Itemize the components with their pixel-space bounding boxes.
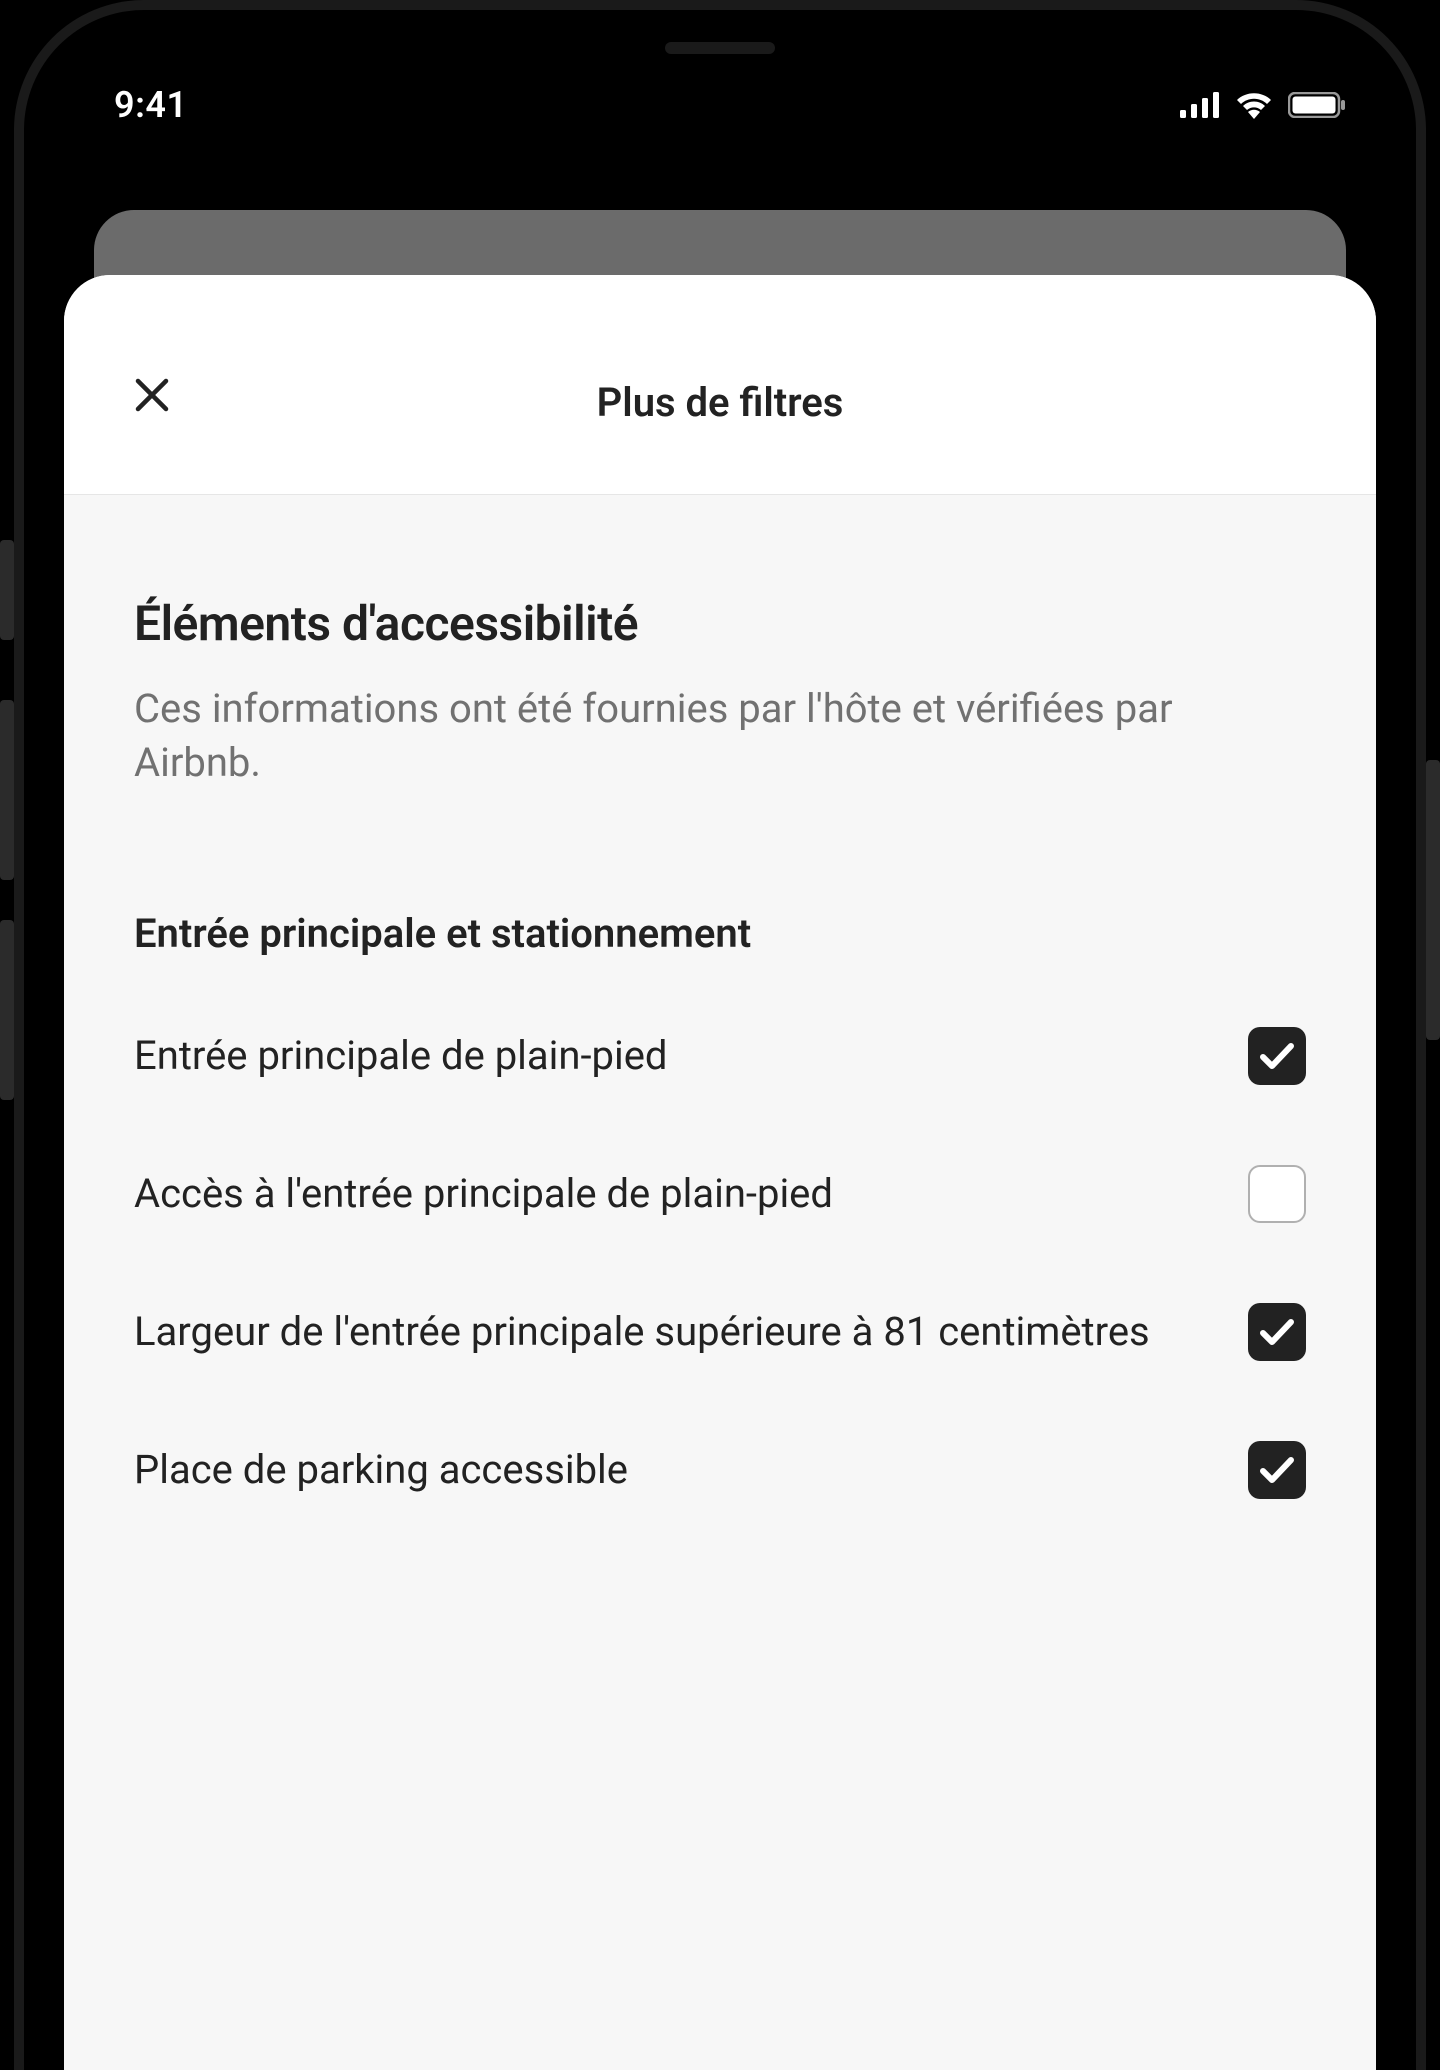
phone-speaker <box>665 42 775 54</box>
phone-screen: 9:41 <box>34 20 1406 2070</box>
subsection-title: Entrée principale et stationnement <box>134 910 1306 957</box>
wifi-icon <box>1234 91 1274 119</box>
section-description: Ces informations ont été fournies par l'… <box>134 682 1306 790</box>
phone-body: 9:41 <box>14 0 1426 2070</box>
section-title: Éléments d'accessibilité <box>134 595 1306 652</box>
status-icons <box>1180 91 1346 119</box>
cellular-signal-icon <box>1180 92 1220 118</box>
filter-checkbox[interactable] <box>1248 1303 1306 1361</box>
filter-label: Largeur de l'entrée principale supérieur… <box>134 1305 1208 1359</box>
filter-label: Accès à l'entrée principale de plain-pie… <box>134 1167 1208 1221</box>
close-icon <box>134 377 170 417</box>
phone-volume-down-button <box>0 920 14 1100</box>
status-time: 9:41 <box>114 84 188 126</box>
phone-notch <box>540 20 900 80</box>
checkmark-icon <box>1259 1042 1295 1070</box>
checkmark-icon <box>1259 1318 1295 1346</box>
phone-frame: 9:41 <box>0 0 1440 2070</box>
filter-checkbox[interactable] <box>1248 1027 1306 1085</box>
battery-icon <box>1288 92 1346 118</box>
filter-label: Place de parking accessible <box>134 1443 1208 1497</box>
filters-sheet: Plus de filtres Éléments d'accessibilité… <box>64 275 1376 2070</box>
close-button[interactable] <box>130 375 174 419</box>
phone-volume-up-button <box>0 700 14 880</box>
filter-checkbox[interactable] <box>1248 1165 1306 1223</box>
filter-label: Entrée principale de plain-pied <box>134 1029 1208 1083</box>
filter-row: Accès à l'entrée principale de plain-pie… <box>134 1165 1306 1223</box>
filter-row: Entrée principale de plain-pied <box>134 1027 1306 1085</box>
filter-row: Largeur de l'entrée principale supérieur… <box>134 1303 1306 1361</box>
sheet-header: Plus de filtres <box>64 275 1376 495</box>
sheet-title: Plus de filtres <box>597 379 844 426</box>
filter-checkbox[interactable] <box>1248 1441 1306 1499</box>
phone-power-button <box>1426 760 1440 1040</box>
checkmark-icon <box>1259 1456 1295 1484</box>
sheet-content: Éléments d'accessibilité Ces information… <box>64 495 1376 2070</box>
phone-side-button <box>0 540 14 640</box>
filter-row: Place de parking accessible <box>134 1441 1306 1499</box>
